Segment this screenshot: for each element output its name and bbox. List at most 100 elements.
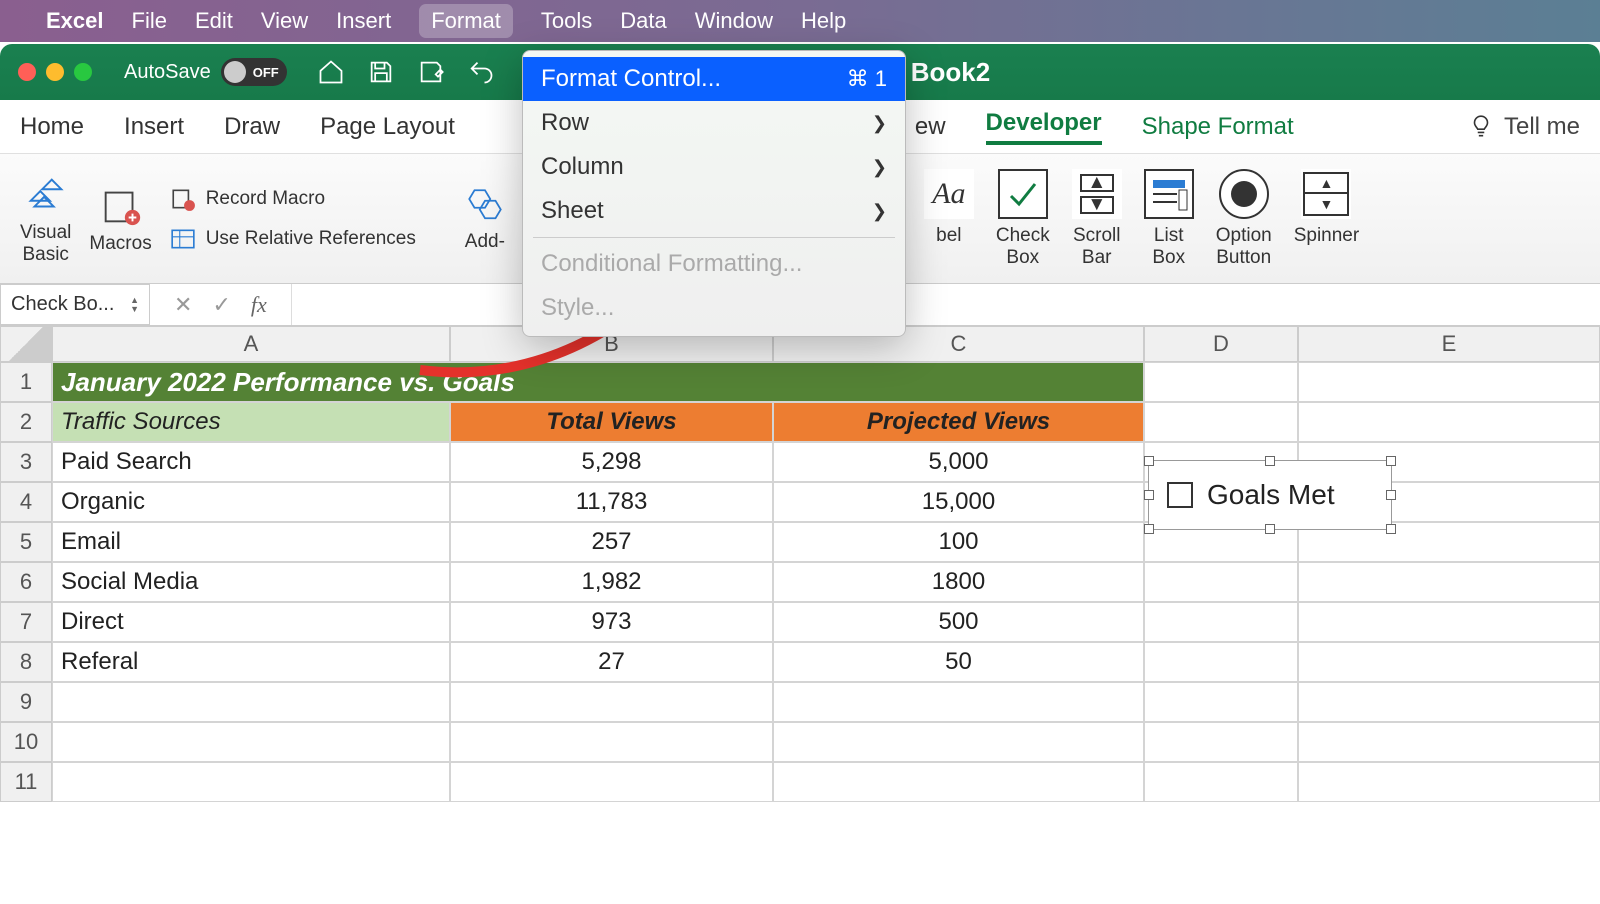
row-header[interactable]: 2 bbox=[0, 402, 52, 442]
cell-total[interactable]: 1,982 bbox=[450, 562, 773, 602]
row-header[interactable]: 3 bbox=[0, 442, 52, 482]
tab-page-layout[interactable]: Page Layout bbox=[320, 113, 455, 141]
autosave-toggle[interactable]: AutoSave OFF bbox=[124, 58, 287, 86]
document-title: Book2 bbox=[911, 57, 990, 88]
cell-total[interactable]: 11,783 bbox=[450, 482, 773, 522]
cell-total[interactable]: 257 bbox=[450, 522, 773, 562]
formula-input[interactable] bbox=[291, 284, 1600, 325]
cell-source[interactable]: Paid Search bbox=[52, 442, 450, 482]
autosave-label: AutoSave bbox=[124, 61, 211, 84]
menu-file[interactable]: File bbox=[132, 8, 167, 34]
label-partial[interactable]: Aa bel bbox=[924, 169, 974, 269]
menu-item-format-control[interactable]: Format Control... ⌘ 1 bbox=[523, 57, 905, 101]
menu-help[interactable]: Help bbox=[801, 8, 846, 34]
col-header-d[interactable]: D bbox=[1144, 326, 1298, 362]
cell-projected[interactable]: 50 bbox=[773, 642, 1144, 682]
close-window-button[interactable] bbox=[18, 63, 36, 81]
menu-item-row[interactable]: Row ❯ bbox=[523, 101, 905, 145]
row-header[interactable]: 5 bbox=[0, 522, 52, 562]
name-box-dropdown-icon[interactable]: ▲▼ bbox=[130, 296, 139, 314]
cell-projected[interactable]: 5,000 bbox=[773, 442, 1144, 482]
save-icon[interactable] bbox=[367, 58, 395, 86]
checkbox-icon[interactable] bbox=[1167, 482, 1193, 508]
selection-handle[interactable] bbox=[1144, 490, 1154, 500]
row-header[interactable]: 6 bbox=[0, 562, 52, 602]
tab-draw[interactable]: Draw bbox=[224, 113, 280, 141]
maximize-window-button[interactable] bbox=[74, 63, 92, 81]
sheet-title[interactable]: January 2022 Performance vs. Goals bbox=[52, 362, 1144, 402]
record-macro-button[interactable]: Record Macro bbox=[170, 186, 416, 212]
menu-edit[interactable]: Edit bbox=[195, 8, 233, 34]
listbox-control[interactable]: List Box bbox=[1144, 169, 1194, 269]
cell-projected[interactable]: 1800 bbox=[773, 562, 1144, 602]
name-box[interactable]: Check Bo... ▲▼ bbox=[0, 284, 150, 325]
visual-basic-button[interactable]: Visual Basic bbox=[20, 172, 71, 266]
tab-insert[interactable]: Insert bbox=[124, 113, 184, 141]
selection-handle[interactable] bbox=[1265, 524, 1275, 534]
menu-view[interactable]: View bbox=[261, 8, 308, 34]
accept-formula-button[interactable]: ✓ bbox=[212, 292, 230, 318]
selection-handle[interactable] bbox=[1386, 524, 1396, 534]
scrollbar-control[interactable]: ▲▼ Scroll Bar bbox=[1072, 169, 1122, 269]
undo-icon[interactable] bbox=[467, 58, 495, 86]
fx-icon[interactable]: fx bbox=[251, 292, 267, 318]
tell-me-search[interactable]: Tell me bbox=[1468, 113, 1580, 141]
checkbox-control[interactable]: Check Box bbox=[996, 169, 1050, 269]
cell-projected[interactable]: 100 bbox=[773, 522, 1144, 562]
autosave-switch[interactable]: OFF bbox=[221, 58, 287, 86]
select-all-corner[interactable] bbox=[0, 326, 52, 362]
row-header[interactable]: 4 bbox=[0, 482, 52, 522]
cancel-formula-button[interactable]: ✕ bbox=[174, 292, 192, 318]
cell-projected[interactable]: 15,000 bbox=[773, 482, 1144, 522]
selection-handle[interactable] bbox=[1144, 524, 1154, 534]
menu-data[interactable]: Data bbox=[620, 8, 666, 34]
row-header[interactable]: 1 bbox=[0, 362, 52, 402]
row-header[interactable]: 11 bbox=[0, 762, 52, 802]
tab-home[interactable]: Home bbox=[20, 113, 84, 141]
cell-total[interactable]: 973 bbox=[450, 602, 773, 642]
cell-source[interactable]: Email bbox=[52, 522, 450, 562]
selection-handle[interactable] bbox=[1144, 456, 1154, 466]
menu-item-sheet[interactable]: Sheet ❯ bbox=[523, 189, 905, 233]
checkbox-icon bbox=[998, 169, 1048, 219]
header-traffic-sources[interactable]: Traffic Sources bbox=[52, 402, 450, 442]
menu-window[interactable]: Window bbox=[695, 8, 773, 34]
spinner-control[interactable]: ▲▼ Spinner bbox=[1294, 169, 1360, 269]
menubar-app[interactable]: Excel bbox=[46, 8, 104, 34]
menu-insert[interactable]: Insert bbox=[336, 8, 391, 34]
cell-source[interactable]: Referal bbox=[52, 642, 450, 682]
chevron-right-icon: ❯ bbox=[872, 157, 887, 178]
goals-met-checkbox-shape[interactable]: Goals Met bbox=[1148, 460, 1392, 530]
cell-projected[interactable]: 500 bbox=[773, 602, 1144, 642]
col-header-a[interactable]: A bbox=[52, 326, 450, 362]
cell-total[interactable]: 5,298 bbox=[450, 442, 773, 482]
header-total-views[interactable]: Total Views bbox=[450, 402, 773, 442]
cell-source[interactable]: Social Media bbox=[52, 562, 450, 602]
selection-handle[interactable] bbox=[1386, 490, 1396, 500]
menu-tools[interactable]: Tools bbox=[541, 8, 592, 34]
addins-button[interactable]: Add- bbox=[464, 185, 506, 253]
cell-total[interactable]: 27 bbox=[450, 642, 773, 682]
row-header[interactable]: 10 bbox=[0, 722, 52, 762]
header-projected-views[interactable]: Projected Views bbox=[773, 402, 1144, 442]
spreadsheet-grid[interactable]: A B C D E 1 January 2022 Performance vs.… bbox=[0, 326, 1600, 802]
selection-handle[interactable] bbox=[1265, 456, 1275, 466]
option-button-control[interactable]: Option Button bbox=[1216, 169, 1272, 269]
row-header[interactable]: 7 bbox=[0, 602, 52, 642]
tab-developer[interactable]: Developer bbox=[986, 109, 1102, 145]
relative-refs-button[interactable]: Use Relative References bbox=[170, 226, 416, 252]
home-icon[interactable] bbox=[317, 58, 345, 86]
row-header[interactable]: 8 bbox=[0, 642, 52, 682]
row-header[interactable]: 9 bbox=[0, 682, 52, 722]
save-as-icon[interactable] bbox=[417, 58, 445, 86]
tab-shape-format[interactable]: Shape Format bbox=[1142, 113, 1294, 141]
col-header-e[interactable]: E bbox=[1298, 326, 1600, 362]
cell-source[interactable]: Direct bbox=[52, 602, 450, 642]
cell-source[interactable]: Organic bbox=[52, 482, 450, 522]
minimize-window-button[interactable] bbox=[46, 63, 64, 81]
menu-format[interactable]: Format bbox=[419, 4, 513, 38]
selection-handle[interactable] bbox=[1386, 456, 1396, 466]
macros-button[interactable]: Macros bbox=[89, 183, 151, 255]
menu-item-column[interactable]: Column ❯ bbox=[523, 145, 905, 189]
tab-partial[interactable]: ew bbox=[915, 113, 946, 141]
